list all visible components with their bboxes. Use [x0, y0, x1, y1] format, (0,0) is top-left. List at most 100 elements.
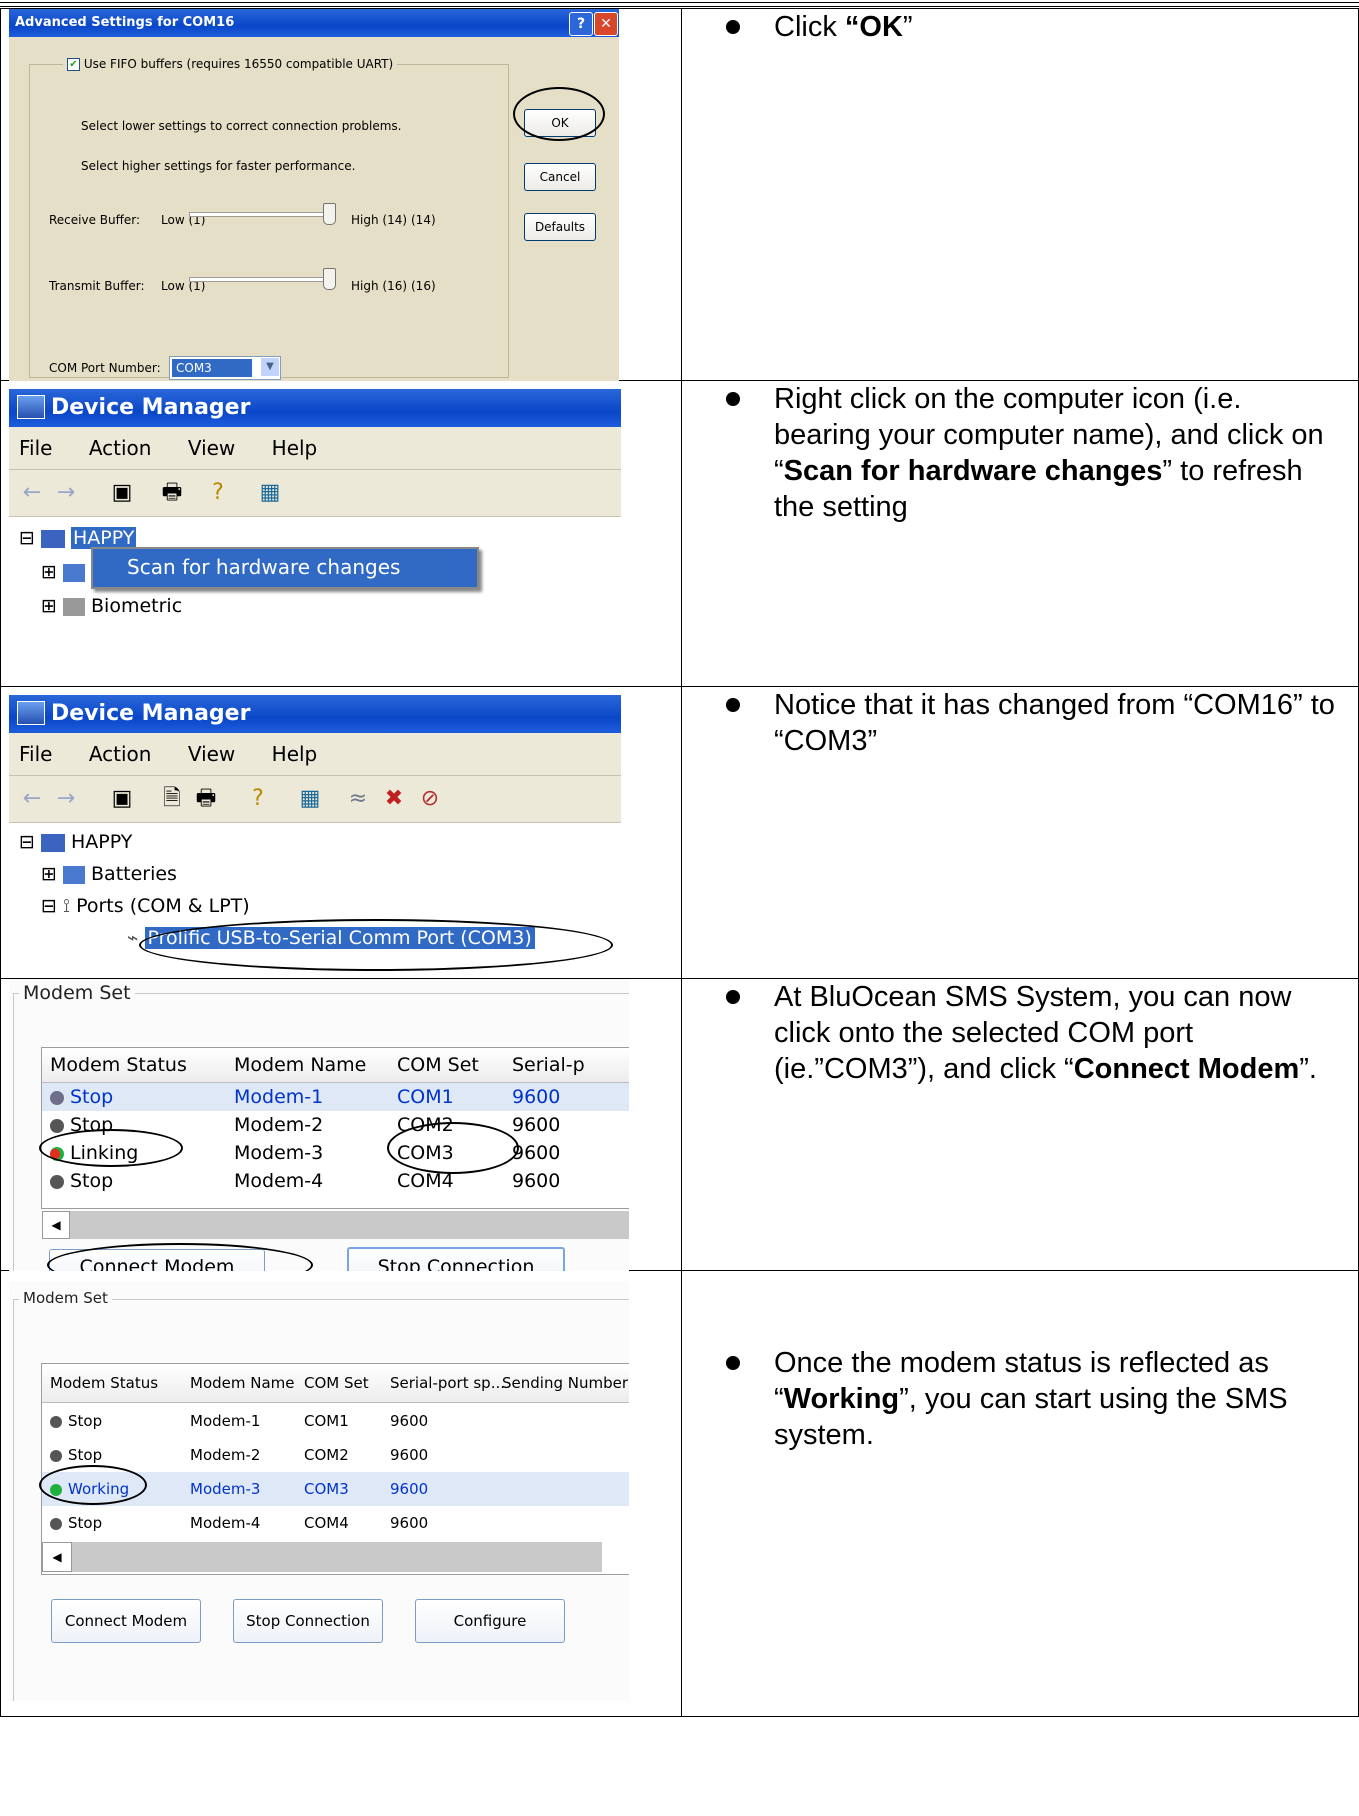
table-row[interactable]: Stop Modem-1 COM1 9600 — [42, 1083, 629, 1111]
header-modem-status[interactable]: Modem Status — [50, 1054, 187, 1076]
modem-set-panel: Modem Set Modem Status Modem Name COM Se… — [9, 979, 629, 1271]
disable-icon[interactable]: ✖ — [381, 786, 407, 812]
tree-item-ports[interactable]: ⊟ ⟟ Ports (COM & LPT) — [41, 895, 250, 917]
connect-modem-button[interactable]: Connect Modem — [51, 1599, 201, 1643]
computer-icon — [40, 833, 65, 852]
com-port-label: COM Port Number: — [49, 361, 161, 375]
biometric-icon — [62, 597, 85, 616]
step-instruction-4: At BluOcean SMS System, you can now clic… — [774, 981, 1317, 1085]
step-row-1: Advanced Settings for COM16 ? ✕ ✔ Use FI… — [0, 8, 1359, 381]
configure-button[interactable]: Configure — [415, 1599, 565, 1643]
header-modem-name[interactable]: Modem Name — [190, 1374, 295, 1392]
table-row[interactable]: Stop Modem-1 COM1 9600 — [42, 1404, 629, 1438]
step-bullet-1: Click “OK” — [682, 9, 1358, 45]
menu-file[interactable]: File — [19, 436, 52, 460]
forward-icon[interactable]: → — [53, 480, 79, 506]
header-com-set[interactable]: COM Set — [397, 1054, 479, 1076]
step-row-5: Modem Set Modem Status Modem Name COM Se… — [0, 1270, 1359, 1717]
properties-icon[interactable]: 🗎 — [159, 786, 185, 812]
scroll-left-icon[interactable]: ◀ — [42, 1542, 72, 1572]
help-icon[interactable]: ? — [569, 12, 593, 36]
name-cell: Modem-4 — [190, 1514, 261, 1532]
stop-connection-button[interactable]: Stop Connection — [233, 1599, 383, 1643]
scan-icon[interactable]: ▦ — [297, 786, 323, 812]
receive-slider-thumb[interactable] — [323, 203, 336, 225]
header-modem-status[interactable]: Modem Status — [50, 1374, 158, 1392]
window-title-bar: Device Manager — [9, 695, 621, 733]
menu-action[interactable]: Action — [89, 742, 152, 766]
show-hide-icon[interactable]: ▣ — [109, 786, 135, 812]
step-instruction-1: Click “OK” — [774, 11, 913, 43]
menu-help[interactable]: Help — [272, 436, 318, 460]
toolbar: ← → ▣ 🖶 ? ▦ — [9, 470, 621, 517]
header-com-set[interactable]: COM Set — [304, 1374, 369, 1392]
tree-root[interactable]: ⊟ HAPPY — [19, 527, 137, 549]
transmit-slider-thumb[interactable] — [323, 268, 336, 290]
scan-icon[interactable]: ▦ — [257, 480, 283, 506]
receive-slider[interactable] — [189, 212, 331, 217]
stop-connection-button[interactable]: Stop Connection — [347, 1247, 565, 1271]
ok-highlight-ellipse — [513, 87, 605, 141]
print-icon[interactable]: 🖶 — [193, 786, 219, 812]
computer-icon — [17, 395, 45, 419]
tree-item-biometric[interactable]: ⊞ Biometric — [41, 595, 182, 617]
receive-high: High (14) — [351, 213, 408, 227]
menu-action[interactable]: Action — [89, 436, 152, 460]
header-sending-number[interactable]: Sending Number — [502, 1374, 628, 1392]
modem-set-legend: Modem Set — [19, 982, 135, 1004]
help-icon[interactable]: ? — [205, 480, 231, 506]
scroll-left-icon[interactable]: ◀ — [42, 1211, 70, 1239]
speed-cell: 9600 — [512, 1114, 561, 1136]
help-icon[interactable]: ? — [245, 786, 271, 812]
status-label: Stop — [68, 1412, 103, 1430]
tree-root[interactable]: ⊟ HAPPY — [19, 831, 132, 853]
com-cell: COM2 — [304, 1446, 349, 1464]
status-led-icon — [50, 1415, 62, 1428]
com-cell: COM3 — [304, 1480, 349, 1498]
context-item-scan[interactable]: Scan for hardware changes — [127, 555, 400, 579]
modem-set-legend: Modem Set — [19, 1289, 112, 1307]
print-icon[interactable]: 🖶 — [159, 480, 185, 506]
status-label: Stop — [70, 1170, 114, 1192]
hint-higher: Select higher settings for faster perfor… — [81, 159, 356, 173]
back-icon[interactable]: ← — [19, 480, 45, 506]
screenshot-device-manager-scan: Device Manager File Action View Help ← →… — [0, 380, 682, 687]
speed-cell: 9600 — [390, 1480, 429, 1498]
table-row[interactable]: Stop Modem-2 COM2 9600 — [42, 1438, 629, 1472]
update-driver-icon[interactable]: ≈ — [345, 786, 371, 812]
dropdown-icon[interactable]: ▼ — [261, 358, 279, 376]
step-bullet-3: Notice that it has changed from “COM16” … — [682, 687, 1358, 759]
forward-icon[interactable]: → — [53, 786, 79, 812]
uninstall-icon[interactable]: ⊘ — [417, 786, 443, 812]
defaults-button[interactable]: Defaults — [524, 213, 596, 241]
table-row[interactable]: Stop Modem-4 COM4 9600 — [42, 1506, 629, 1540]
tree-item-batteries[interactable]: ⊞ Batteries — [41, 863, 177, 885]
transmit-slider[interactable] — [189, 277, 331, 282]
header-serial[interactable]: Serial-port sp... — [390, 1374, 505, 1392]
back-icon[interactable]: ← — [19, 786, 45, 812]
tree-item-hidden[interactable]: ⊞ — [41, 561, 85, 583]
menu-help[interactable]: Help — [272, 742, 318, 766]
header-modem-name[interactable]: Modem Name — [234, 1054, 366, 1076]
menu-view[interactable]: View — [188, 436, 235, 460]
menu-file[interactable]: File — [19, 742, 52, 766]
horizontal-scrollbar[interactable]: ◀ — [42, 1542, 602, 1572]
window-title: Device Manager — [51, 395, 251, 420]
menu-view[interactable]: View — [188, 742, 235, 766]
cancel-button[interactable]: Cancel — [524, 163, 596, 191]
table-row[interactable]: Stop Modem-4 COM4 9600 — [42, 1167, 629, 1195]
header-serial[interactable]: Serial-p — [512, 1054, 585, 1076]
battery-icon — [62, 865, 85, 884]
horizontal-scrollbar[interactable]: ◀ — [42, 1211, 629, 1239]
advanced-settings-dialog: Advanced Settings for COM16 ? ✕ ✔ Use FI… — [9, 9, 619, 381]
fifo-checkbox[interactable]: ✔ Use FIFO buffers (requires 16550 compa… — [63, 57, 398, 71]
step-text-1: Click “OK” — [681, 8, 1359, 381]
show-hide-icon[interactable]: ▣ — [109, 480, 135, 506]
step-instruction-3: Notice that it has changed from “COM16” … — [774, 689, 1335, 757]
com3-highlight-ellipse — [139, 919, 613, 971]
com-port-select[interactable]: COM3 ▼ — [169, 356, 281, 380]
speed-cell: 9600 — [390, 1446, 429, 1464]
close-icon[interactable]: ✕ — [594, 12, 618, 36]
step-row-3: Device Manager File Action View Help ← →… — [0, 686, 1359, 979]
status-cell: Stop — [50, 1170, 113, 1192]
